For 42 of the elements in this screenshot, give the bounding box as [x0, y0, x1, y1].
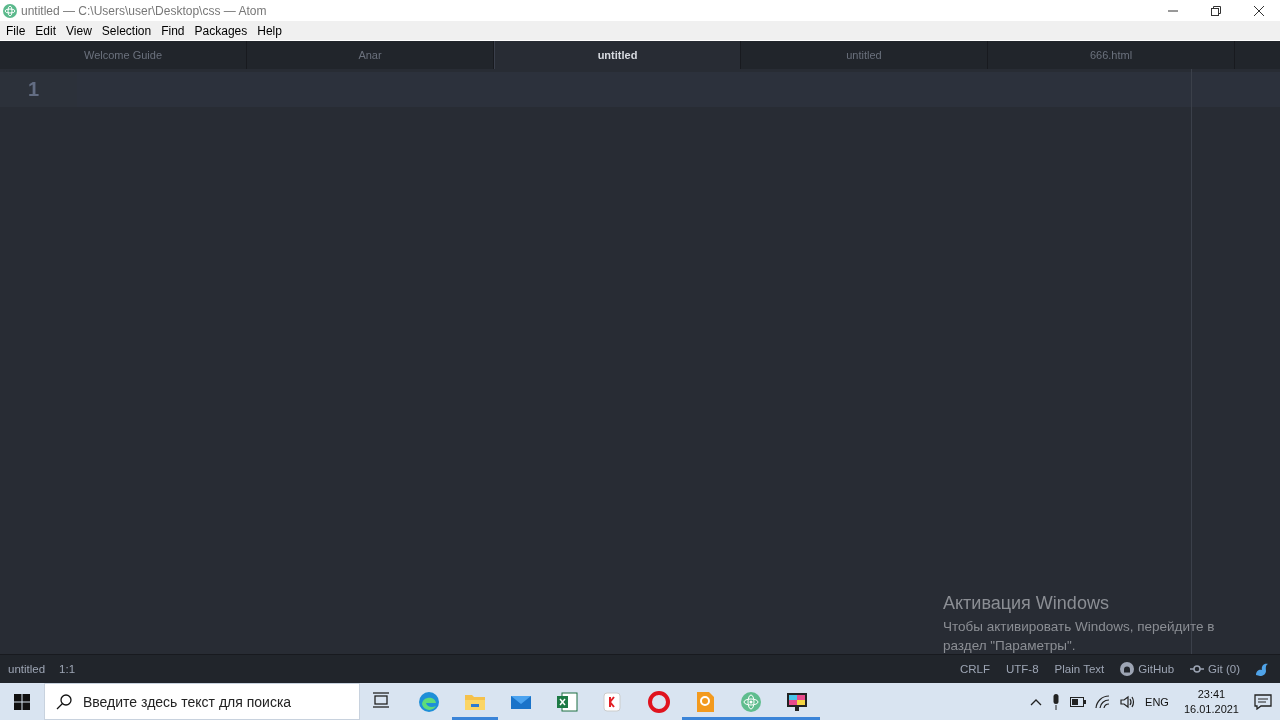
- status-item[interactable]: CRLF: [959, 663, 990, 675]
- menu-item[interactable]: Edit: [30, 23, 62, 38]
- status-item[interactable]: GitHub: [1138, 663, 1175, 675]
- chevron-up-icon[interactable]: [1030, 697, 1043, 706]
- atom-logo-icon: [3, 3, 17, 18]
- battery-icon[interactable]: [1070, 696, 1087, 707]
- menu-item[interactable]: Packages: [189, 23, 253, 38]
- menu-item[interactable]: Find: [156, 23, 190, 38]
- clock-time[interactable]: 23:41: [1197, 686, 1226, 702]
- squirrel-icon[interactable]: [1254, 661, 1270, 677]
- menu-item[interactable]: View: [61, 23, 97, 38]
- status-item[interactable]: Git (0): [1208, 663, 1240, 675]
- input-language-indicator[interactable]: ENG: [1145, 695, 1169, 708]
- clock-date[interactable]: 16.01.2021: [1183, 701, 1239, 717]
- monitor-icon: [786, 690, 808, 713]
- notification-icon[interactable]: [1254, 693, 1272, 710]
- status-text[interactable]: untitled: [8, 663, 46, 675]
- pdf-icon: [694, 690, 716, 713]
- close-icon: [1253, 5, 1264, 16]
- window-title: untitled — C:\Users\user\Desktop\css — Atom: [21, 3, 267, 18]
- browser-icon: [418, 690, 440, 713]
- menu-item[interactable]: Selection: [96, 23, 157, 38]
- menu-item[interactable]: Help: [252, 23, 287, 38]
- volume-icon[interactable]: [1120, 694, 1137, 709]
- commit-icon: [1190, 664, 1205, 674]
- activation-title: Активация Windows: [943, 593, 1110, 614]
- spreadsheet-icon: [556, 690, 578, 713]
- taskbar-search-field[interactable]: Введите здесь текст для поиска: [44, 683, 360, 720]
- wifi-icon[interactable]: [1095, 694, 1112, 709]
- restore-icon: [1210, 5, 1221, 16]
- status-item[interactable]: Plain Text: [1054, 663, 1105, 675]
- atom-icon: [740, 690, 762, 713]
- microphone-icon[interactable]: [1051, 693, 1062, 710]
- menu-item[interactable]: File: [1, 23, 31, 38]
- search-icon: [56, 694, 72, 710]
- status-item[interactable]: UTF-8: [1006, 663, 1039, 675]
- editor-tab[interactable]: untitled: [494, 41, 741, 69]
- github-icon: [1120, 662, 1135, 676]
- activation-message: Чтобы активировать Windows, перейдите в раздел "Параметры".: [943, 618, 1216, 655]
- windows-start-icon[interactable]: [14, 693, 30, 710]
- status-text[interactable]: 1:1: [59, 663, 76, 675]
- line-number: 1: [0, 72, 77, 107]
